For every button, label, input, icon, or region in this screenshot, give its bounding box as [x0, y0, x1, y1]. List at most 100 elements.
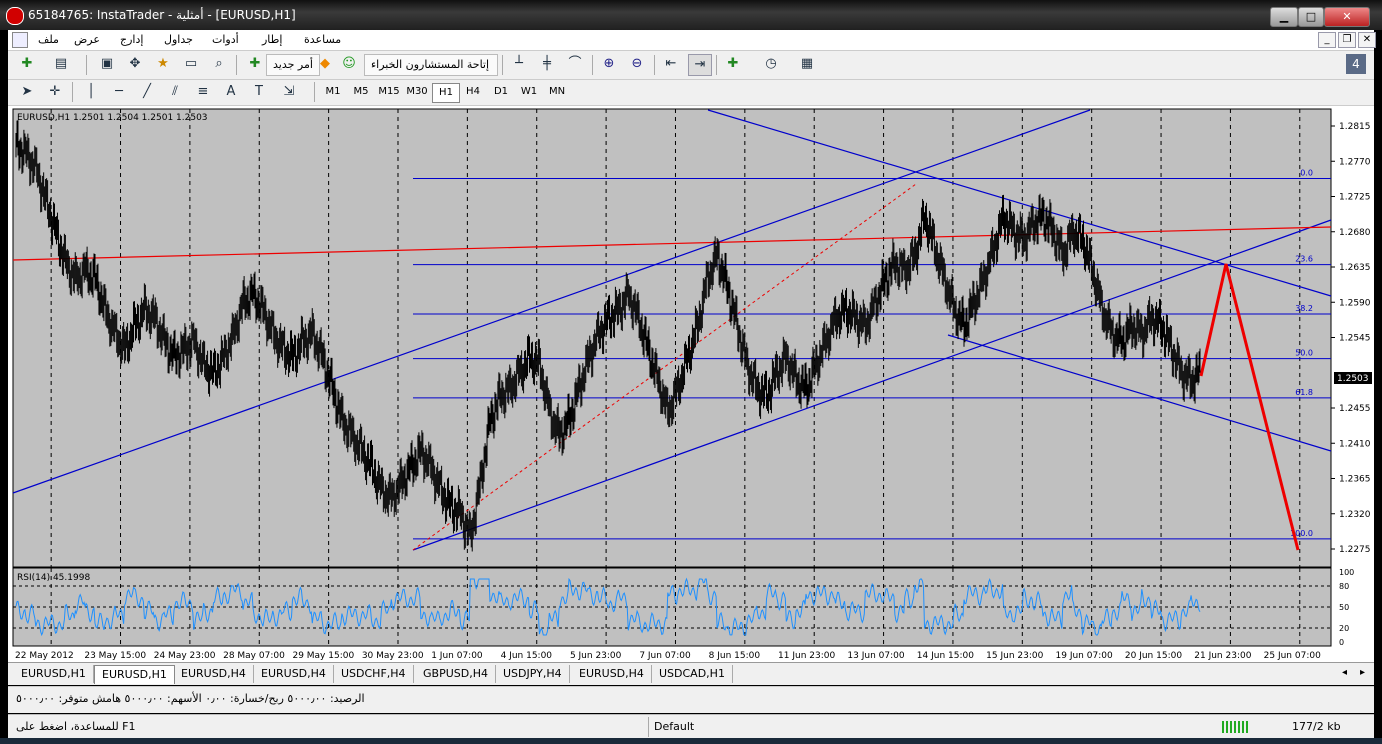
rsi-level-label: 50 [1339, 603, 1349, 612]
autoscroll-icon[interactable]: ⇤ [660, 54, 682, 74]
new-order-icon[interactable]: ✚ [244, 54, 266, 74]
tab-scroll-right-icon[interactable]: ▸ [1360, 667, 1365, 678]
experts-toggle-button[interactable]: إتاحة المستشارون الخبراء [364, 54, 498, 76]
timeframe-h1[interactable]: H1 [432, 83, 460, 103]
timeframe-m15[interactable]: M15 [376, 83, 402, 101]
y-tick-label: 1.2635 [1339, 263, 1371, 273]
menu-help[interactable]: مساعدة [304, 33, 341, 46]
menu-charts[interactable]: جداول [164, 33, 193, 46]
timeframe-mn[interactable]: MN [544, 83, 570, 101]
x-tick-label: 5 Jun 23:00 [570, 651, 622, 661]
rsi-level-label: 20 [1339, 624, 1349, 633]
account-bar: الرصيد: ٥٠٠٠٫٠٠ ربح/خسارة: ٠٫٠٠ الأسهم: … [8, 686, 1374, 713]
fib-level-label: 0.0 [1300, 168, 1313, 177]
menu-tools[interactable]: أدوات [212, 33, 239, 46]
minimize-button[interactable]: ▁ [1270, 7, 1298, 27]
fibonacci-icon[interactable]: ≡ [192, 82, 214, 102]
x-tick-label: 19 Jun 07:00 [1056, 651, 1113, 661]
y-tick-label: 1.2725 [1339, 193, 1371, 203]
rsi-level-label: 0 [1339, 638, 1344, 647]
chart-tab-active[interactable]: EURUSD,H1 [94, 665, 175, 684]
chart-tab[interactable]: USDCAD,H1 [652, 665, 733, 683]
chart-tab[interactable]: USDCHF,H4 [334, 665, 414, 683]
profiles-icon[interactable]: ▤ [50, 54, 72, 74]
timeframe-h4[interactable]: H4 [460, 83, 486, 101]
chart-tab[interactable]: EURUSD,H4 [254, 665, 334, 683]
fib-level-label: 50.0 [1295, 349, 1313, 358]
candlestick-icon[interactable]: ╪ [536, 54, 558, 74]
y-tick-label: 1.2275 [1339, 545, 1371, 555]
chart-shift-icon[interactable]: ⇥ [688, 54, 712, 76]
fib-level-label: 61.8 [1295, 388, 1313, 397]
y-tick-label: 1.2365 [1339, 475, 1371, 485]
rsi-pane [12, 567, 1332, 647]
close-button[interactable]: ✕ [1324, 7, 1370, 27]
periods-icon[interactable]: ◷ [760, 54, 782, 74]
zoom-in-icon[interactable]: ⊕ [598, 54, 620, 74]
timeframe-d1[interactable]: D1 [488, 83, 514, 101]
chart-window[interactable]: 0.0 23.6 38.2 50.0 61.8 100.0 100 80 50 20 0 1.28… [8, 106, 1374, 662]
vertical-line-icon[interactable]: │ [80, 82, 102, 102]
new-order-button[interactable]: أمر جديد [266, 54, 320, 76]
bar-chart-icon[interactable]: ┴ [508, 54, 530, 74]
horizontal-line-icon[interactable]: ─ [108, 82, 130, 102]
maximize-button[interactable]: □ [1298, 7, 1324, 27]
terminal-icon[interactable]: ▭ [180, 54, 202, 74]
mdi-close-button[interactable]: ✕ [1358, 32, 1376, 48]
x-tick-label: 8 Jun 15:00 [709, 651, 761, 661]
strategy-tester-icon[interactable]: ⌕ [208, 54, 230, 74]
x-tick-label: 25 Jun 07:00 [1264, 651, 1321, 661]
chart-tab[interactable]: EURUSD,H4 [572, 665, 652, 683]
cursor-icon[interactable]: ➤ [16, 82, 38, 102]
new-chart-icon[interactable]: ✚ [16, 54, 38, 74]
indicators-icon[interactable]: ✚ [722, 54, 744, 74]
chart-tab[interactable]: GBPUSD,H4 [416, 665, 496, 683]
timeframe-m1[interactable]: M1 [320, 83, 346, 101]
metaeditor-icon[interactable]: ◆ [314, 54, 336, 74]
menu-window[interactable]: إطار [262, 33, 282, 46]
mdi-minimize-button[interactable]: _ [1318, 32, 1336, 48]
connection-icon [1222, 721, 1248, 733]
tab-scroll-left-icon[interactable]: ◂ [1342, 667, 1347, 678]
x-tick-label: 1 Jun 07:00 [431, 651, 483, 661]
fib-level-label: 23.6 [1295, 255, 1313, 264]
crosshair-icon[interactable]: ✛ [44, 82, 66, 102]
taskbar [0, 738, 1382, 744]
menu-view[interactable]: عرض [74, 33, 100, 46]
chart-tab[interactable]: EURUSD,H4 [174, 665, 254, 683]
window-title: 65184765: InstaTrader - أمثلية - [EURUSD… [28, 8, 296, 22]
menu-file[interactable]: ملف [38, 33, 59, 46]
data-window-icon[interactable]: ★ [152, 54, 174, 74]
zoom-out-icon[interactable]: ⊖ [626, 54, 648, 74]
help-hint: للمساعدة، اضغط على F1 [16, 720, 136, 733]
book-icon[interactable]: 4 [1346, 54, 1366, 74]
fib-level-label: 38.2 [1295, 304, 1313, 313]
line-chart-icon[interactable]: ⌒ [564, 54, 586, 74]
y-tick-label: 1.2410 [1339, 439, 1371, 449]
x-tick-label: 15 Jun 23:00 [986, 651, 1043, 661]
experts-icon[interactable]: ☺ [338, 54, 360, 74]
trendline-icon[interactable]: ╱ [136, 82, 158, 102]
equidistant-channel-icon[interactable]: ⫽ [164, 82, 186, 102]
mdi-restore-button[interactable]: ❐ [1338, 32, 1356, 48]
chart-header: EURUSD,H1 1.2501 1.2504 1.2501 1.2503 [17, 113, 208, 123]
chart-tab[interactable]: EURUSD,H1 [14, 665, 94, 683]
market-watch-icon[interactable]: ▣ [96, 54, 118, 74]
chart-tab[interactable]: USDJPY,H4 [496, 665, 570, 683]
x-tick-label: 7 Jun 07:00 [639, 651, 691, 661]
menu-insert[interactable]: إدارج [120, 33, 143, 46]
price-chart[interactable]: 0.023.638.250.061.8100.0 1008050200 1.28… [8, 106, 1374, 662]
profile-name: Default [654, 720, 695, 733]
timeframe-m30[interactable]: M30 [404, 83, 430, 101]
templates-icon[interactable]: ▦ [796, 54, 818, 74]
x-tick-label: 29 May 15:00 [292, 651, 354, 661]
timeframe-m5[interactable]: M5 [348, 83, 374, 101]
account-summary: الرصيد: ٥٠٠٠٫٠٠ ربح/خسارة: ٠٫٠٠ الأسهم: … [16, 692, 365, 705]
navigator-icon[interactable]: ✥ [124, 54, 146, 74]
arrows-icon[interactable]: ⇲ [278, 82, 300, 102]
y-tick-label: 1.2815 [1339, 122, 1371, 132]
text-label-icon[interactable]: T [248, 82, 270, 102]
text-icon[interactable]: A [220, 82, 242, 102]
document-icon[interactable] [12, 32, 28, 48]
timeframe-w1[interactable]: W1 [516, 83, 542, 101]
